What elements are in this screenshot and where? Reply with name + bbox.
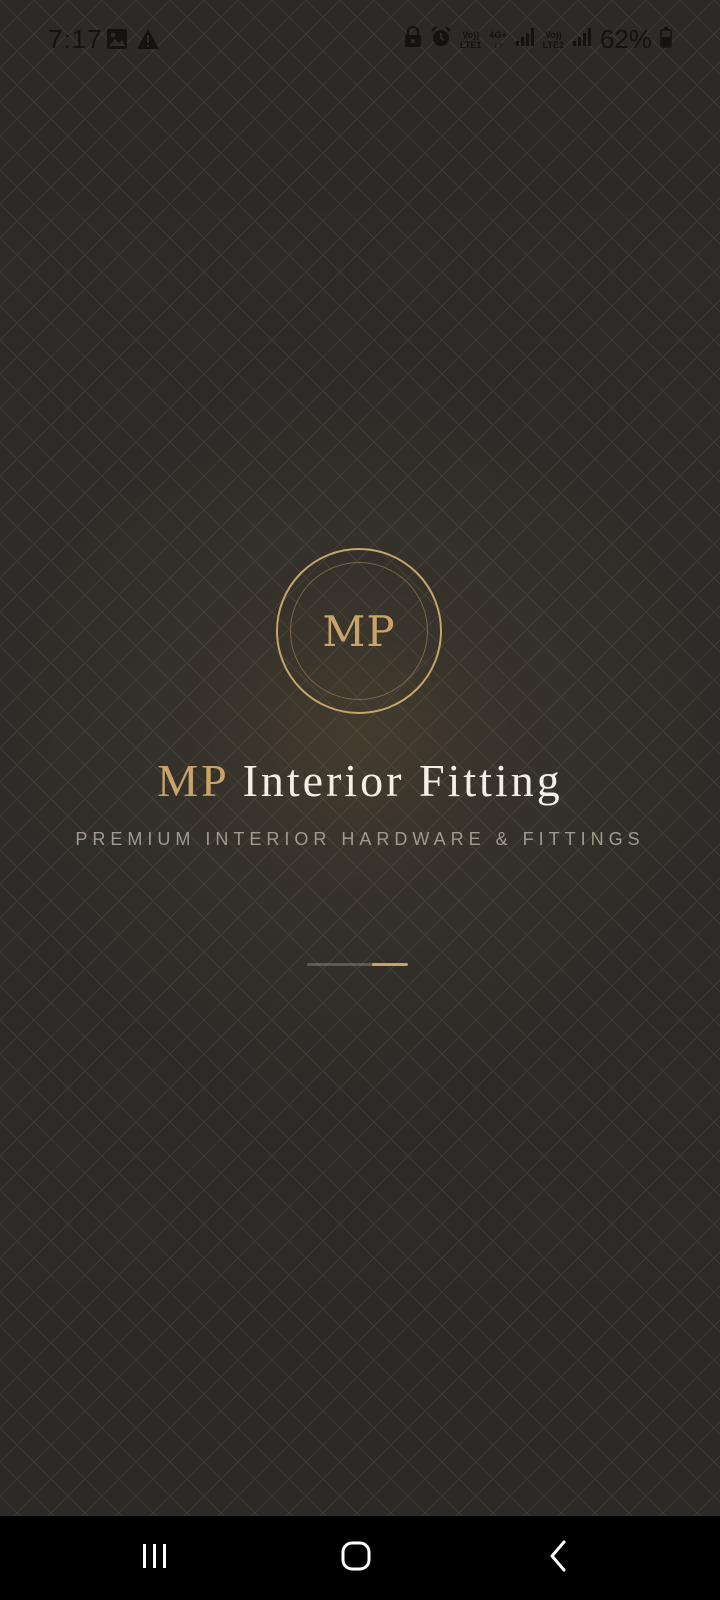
brand-title: MP Interior Fitting <box>0 754 720 807</box>
system-status-icons: Vo)) LTE1 4G+ ↓↑ Vo)) LTE2 62% <box>404 24 672 55</box>
lock-icon <box>404 25 422 53</box>
recent-apps-icon <box>140 1542 170 1575</box>
brand-title-rest: Interior Fitting <box>242 755 563 806</box>
signal-icon <box>515 27 535 52</box>
back-button[interactable] <box>498 1516 618 1600</box>
splash-screen: 7:17 Vo)) LTE1 4G+ ↓↑ Vo)) LTE2 62% MP M… <box>0 0 720 1600</box>
loading-indicator <box>307 963 408 966</box>
sim1-volte-label: Vo)) LTE1 <box>460 29 482 50</box>
sim2-volte-label: Vo)) LTE2 <box>542 29 564 50</box>
home-icon <box>341 1541 371 1576</box>
back-icon <box>548 1540 568 1577</box>
notification-icons <box>106 28 160 55</box>
brand-title-accent: MP <box>157 755 229 806</box>
recent-apps-button[interactable] <box>95 1516 215 1600</box>
alarm-icon <box>430 26 452 53</box>
warning-icon <box>136 28 160 55</box>
status-bar: 7:17 Vo)) LTE1 4G+ ↓↑ Vo)) LTE2 62% <box>0 0 720 84</box>
home-button[interactable] <box>296 1516 416 1600</box>
data-type-label: 4G+ ↓↑ <box>489 29 507 50</box>
logo-initials: MP <box>322 606 396 656</box>
loading-indicator-fill <box>371 963 408 966</box>
signal-icon <box>572 27 592 52</box>
tagline: PREMIUM INTERIOR HARDWARE & FITTINGS <box>75 829 645 849</box>
image-icon <box>106 28 128 55</box>
battery-icon <box>660 26 672 53</box>
navigation-bar <box>0 1516 720 1600</box>
battery-percent: 62% <box>599 24 652 54</box>
status-time: 7:17 <box>48 24 103 54</box>
